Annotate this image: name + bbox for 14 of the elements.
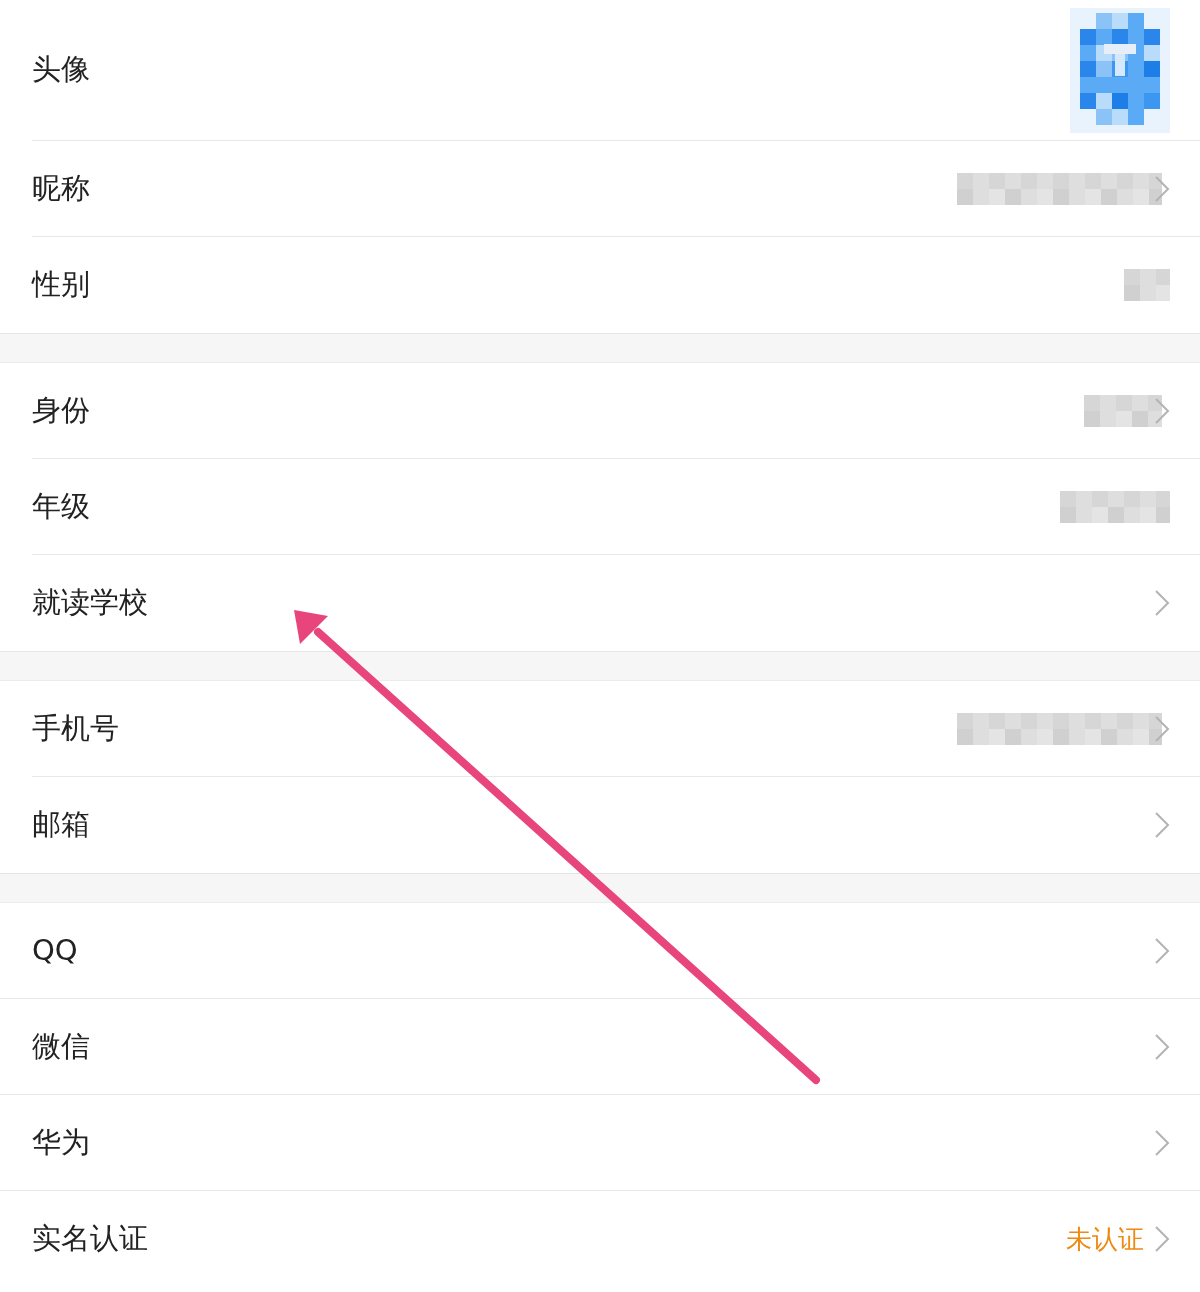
row-label: 邮箱 (32, 806, 90, 844)
row-label: 头像 (32, 51, 90, 89)
status-text: 未认证 (1066, 1222, 1144, 1256)
row-label: 年级 (32, 487, 90, 525)
row-label: 身份 (32, 391, 90, 429)
row-label: 华为 (32, 1123, 90, 1161)
row-label: 就读学校 (32, 584, 148, 622)
row-label: QQ (32, 931, 78, 969)
row-label: 实名认证 (32, 1220, 148, 1258)
row-label: 性别 (32, 266, 90, 304)
row-label: 昵称 (32, 169, 90, 207)
blurred-value (1124, 269, 1170, 301)
row-label: 手机号 (32, 709, 119, 747)
row-label: 微信 (32, 1027, 90, 1065)
